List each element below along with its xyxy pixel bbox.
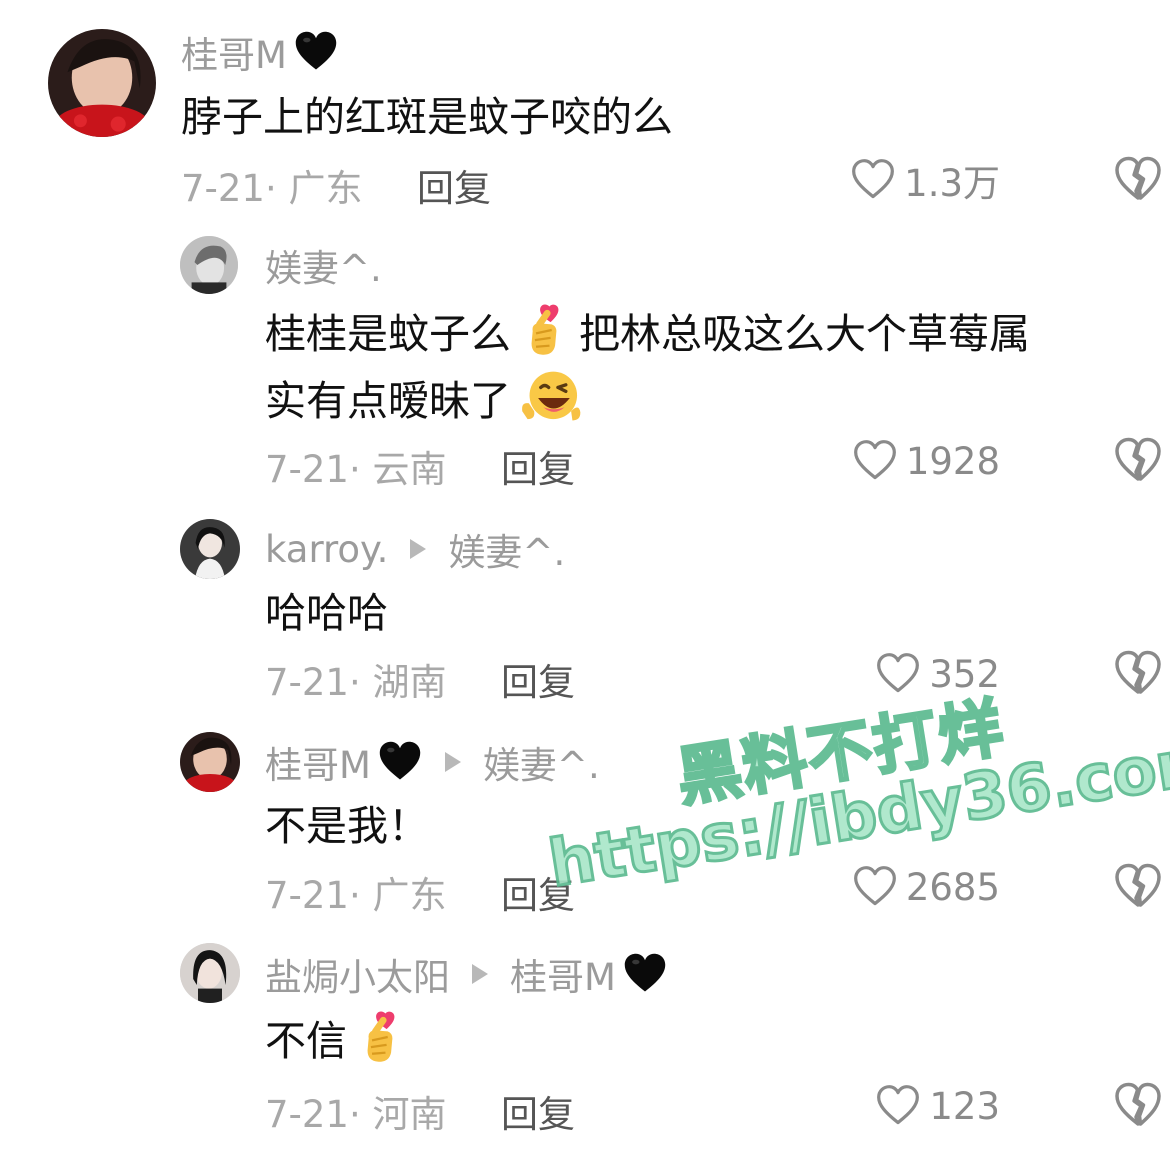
comment-text-line: 不信 (265, 1009, 415, 1072)
comment-text-part: 把林总吸这么大个草莓属 (579, 310, 1030, 358)
comment-text-part: 桂桂是蚊子么 (265, 310, 511, 358)
comment-text: 脖子上的红斑是蚊子咬的么 (181, 93, 673, 141)
comment-meta: 7-21· 广东 回复 1.3万 (181, 152, 1161, 210)
comment-meta: 7-21· 河南 回复 123 (265, 1078, 1161, 1136)
avatar[interactable] (180, 519, 240, 579)
username-row: 桂哥M 媄妻^. (265, 734, 600, 790)
reply-arrow-icon (444, 752, 461, 772)
broken-heart-icon[interactable] (1113, 861, 1163, 911)
like-button[interactable]: 1.3万 (850, 152, 1000, 208)
reply-target[interactable]: 媄妻^. (483, 735, 600, 789)
reply-button[interactable]: 回复 (501, 1084, 575, 1138)
comment-text-part: 实有点暧昧了 (265, 377, 511, 425)
comment-date-location: 7-21· 湖南 (265, 661, 447, 704)
like-button[interactable]: 2685 (852, 859, 1000, 915)
comment-5: 盐焗小太阳 桂哥M 不信 7-21· 河南 回复 123 (0, 936, 1170, 1153)
broken-heart-icon[interactable] (1113, 648, 1163, 698)
username-row: karroy. 媄妻^. (265, 521, 565, 577)
like-button[interactable]: 1928 (852, 433, 1000, 489)
reply-arrow-icon (410, 539, 427, 559)
username[interactable]: karroy. (265, 528, 388, 571)
reply-arrow-icon (472, 964, 488, 984)
comment-text: 哈哈哈 (265, 589, 388, 637)
comment-date-location: 7-21· 云南 (265, 448, 447, 491)
comment-4: 桂哥M 媄妻^. 不是我！ 7-21· 广东 回复 2685 (0, 723, 1170, 936)
username[interactable]: 媄妻^. (265, 238, 382, 292)
finger-heart-emoji (353, 1009, 409, 1065)
like-button[interactable]: 123 (875, 1078, 1000, 1134)
comment-date-location: 7-21· 河南 (265, 1093, 447, 1136)
username[interactable]: 桂哥M (181, 25, 287, 79)
like-button[interactable]: 352 (875, 646, 1000, 702)
username-row: 盐焗小太阳 桂哥M (265, 946, 668, 1002)
comment-1: 桂哥M 脖子上的红斑是蚊子咬的么 7-21· 广东 回复 1.3万 (0, 0, 1170, 220)
comment-meta: 7-21· 云南 回复 1928 (265, 433, 1161, 491)
broken-heart-icon[interactable] (1113, 435, 1163, 485)
comment-meta: 7-21· 湖南 回复 352 (265, 646, 1161, 704)
like-count: 2685 (905, 865, 1000, 909)
username-row: 媄妻^. (265, 237, 382, 293)
heart-outline-icon (852, 438, 898, 484)
comment-date-location: 7-21· 广东 (265, 874, 447, 917)
like-count: 352 (929, 652, 1000, 696)
comment-meta: 7-21· 广东 回复 2685 (265, 859, 1161, 917)
heart-outline-icon (850, 157, 896, 203)
heart-outline-icon (875, 651, 921, 697)
like-count: 1928 (905, 439, 1000, 483)
avatar[interactable] (180, 732, 240, 792)
black-heart-icon (293, 29, 339, 75)
avatar[interactable] (48, 29, 156, 137)
avatar[interactable] (180, 943, 240, 1003)
comment-3: karroy. 媄妻^. 哈哈哈 7-21· 湖南 回复 352 (0, 510, 1170, 723)
heart-outline-icon (852, 864, 898, 910)
comment-text-part: 不信 (265, 1017, 347, 1065)
reply-button[interactable]: 回复 (501, 439, 575, 493)
finger-heart-emoji (517, 302, 573, 358)
black-heart-icon (622, 951, 668, 997)
comment-text-line-1: 桂桂是蚊子么 把林总吸这么大个草莓属 (265, 302, 1030, 365)
reply-button[interactable]: 回复 (417, 158, 491, 212)
username-row: 桂哥M (181, 24, 339, 80)
username[interactable]: 盐焗小太阳 (265, 947, 450, 1001)
comment-text: 不是我！ (265, 802, 429, 850)
comment-2: 媄妻^. 桂桂是蚊子么 把林总吸这么大个草莓属 实有点暧昧了 7-21· 云南 回… (0, 220, 1170, 510)
reply-target[interactable]: 媄妻^. (448, 522, 565, 576)
reply-button[interactable]: 回复 (501, 652, 575, 706)
username[interactable]: 桂哥M (265, 735, 371, 789)
like-count: 1.3万 (904, 162, 1000, 205)
comment-date-location: 7-21· 广东 (181, 167, 363, 210)
reply-target[interactable]: 桂哥M (510, 947, 616, 1001)
broken-heart-icon[interactable] (1113, 154, 1163, 204)
comment-text-line-2: 实有点暧昧了 (265, 365, 589, 432)
black-heart-icon (377, 739, 423, 785)
like-count: 123 (929, 1084, 1000, 1128)
winking-laugh-emoji (517, 365, 583, 431)
reply-button[interactable]: 回复 (501, 865, 575, 919)
heart-outline-icon (875, 1083, 921, 1129)
broken-heart-icon[interactable] (1113, 1080, 1163, 1130)
avatar[interactable] (180, 236, 238, 294)
